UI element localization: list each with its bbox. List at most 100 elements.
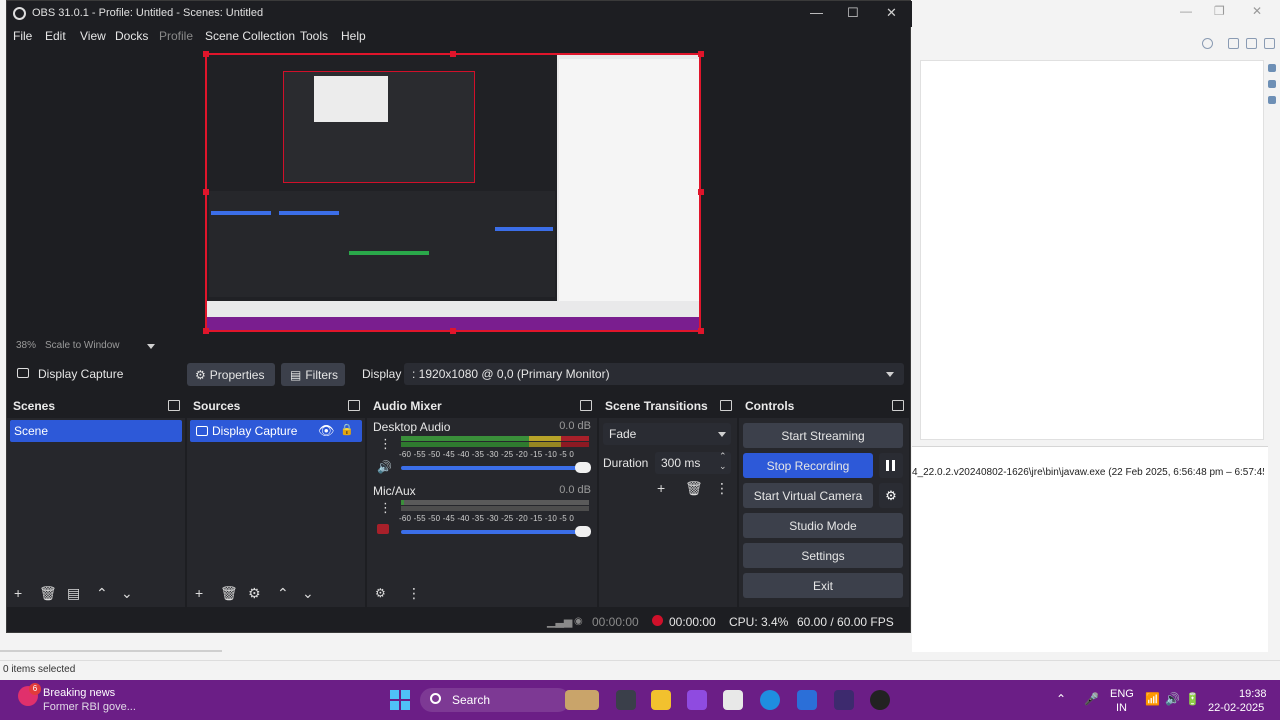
menu-help[interactable]: Help bbox=[341, 29, 366, 43]
move-down-icon[interactable]: ⌄ bbox=[121, 586, 133, 600]
preview-area[interactable] bbox=[7, 47, 905, 337]
more-options-icon[interactable]: ⋮ bbox=[407, 586, 421, 600]
widget-image-icon[interactable] bbox=[565, 690, 599, 710]
resize-handle[interactable] bbox=[698, 328, 704, 334]
menu-scene-collection[interactable]: Scene Collection bbox=[205, 29, 295, 43]
properties-button[interactable]: ⚙ Properties bbox=[187, 363, 275, 386]
slider-handle[interactable] bbox=[575, 462, 591, 473]
zoom-mode-select[interactable]: Scale to Window bbox=[45, 340, 119, 351]
scene-list-item[interactable]: Scene bbox=[10, 420, 182, 442]
news-subtitle[interactable]: Former RBI gove... bbox=[43, 701, 136, 713]
bg-close-icon[interactable]: ✕ bbox=[1252, 4, 1262, 18]
chevron-down-icon[interactable] bbox=[718, 432, 726, 437]
undock-icon[interactable] bbox=[168, 400, 180, 411]
settings-button[interactable]: Settings bbox=[743, 543, 903, 568]
speaker-icon[interactable]: 🔊 bbox=[377, 460, 392, 474]
resize-handle[interactable] bbox=[203, 51, 209, 57]
pause-recording-button[interactable] bbox=[879, 453, 903, 478]
start-streaming-button[interactable]: Start Streaming bbox=[743, 423, 903, 448]
move-down-icon[interactable]: ⌄ bbox=[302, 586, 314, 600]
bg-side-icon[interactable] bbox=[1268, 80, 1276, 88]
bg-side-icon[interactable] bbox=[1268, 64, 1276, 72]
resize-handle[interactable] bbox=[203, 189, 209, 195]
advanced-audio-icon[interactable]: ⚙ bbox=[375, 586, 386, 600]
filter-icon[interactable]: ▤ bbox=[67, 586, 80, 600]
menu-docks[interactable]: Docks bbox=[115, 29, 148, 43]
resize-handle[interactable] bbox=[203, 328, 209, 334]
undock-icon[interactable] bbox=[720, 400, 732, 411]
language-code[interactable]: ENG bbox=[1110, 688, 1134, 700]
transition-select[interactable]: Fade bbox=[603, 423, 731, 445]
menu-tools[interactable]: Tools bbox=[300, 29, 328, 43]
start-virtual-camera-button[interactable]: Start Virtual Camera bbox=[743, 483, 873, 508]
clock-date[interactable]: 22-02-2025 bbox=[1208, 702, 1264, 714]
add-icon[interactable]: + bbox=[195, 586, 203, 600]
battery-icon[interactable]: 🔋 bbox=[1185, 692, 1200, 706]
slider-handle[interactable] bbox=[575, 526, 591, 537]
menu-file[interactable]: File bbox=[13, 29, 32, 43]
gear-icon[interactable]: ⚙ bbox=[248, 586, 261, 600]
spin-down-icon[interactable]: ⌄ bbox=[719, 461, 727, 472]
resize-handle[interactable] bbox=[450, 328, 456, 334]
virtual-camera-settings-button[interactable]: ⚙ bbox=[879, 483, 903, 508]
display-select[interactable]: : 1920x1080 @ 0,0 (Primary Monitor) bbox=[404, 363, 904, 385]
maximize-button[interactable]: ☐ bbox=[847, 5, 859, 21]
file-explorer-icon[interactable] bbox=[651, 690, 671, 710]
bg-side-icon[interactable] bbox=[1268, 96, 1276, 104]
clock-time[interactable]: 19:38 bbox=[1239, 688, 1267, 700]
exit-button[interactable]: Exit bbox=[743, 573, 903, 598]
filters-button[interactable]: ▤ Filters bbox=[281, 363, 345, 386]
bg-search-icon[interactable] bbox=[1202, 38, 1213, 49]
trash-icon[interactable]: 🗑 bbox=[39, 586, 57, 600]
trash-icon[interactable]: 🗑 bbox=[685, 481, 703, 495]
add-icon[interactable]: + bbox=[657, 481, 665, 495]
eye-icon[interactable]: 👁 bbox=[318, 423, 335, 439]
move-up-icon[interactable]: ⌃ bbox=[96, 586, 108, 600]
bg-minimize-icon[interactable]: — bbox=[1180, 4, 1192, 18]
more-options-icon[interactable]: ⋮ bbox=[715, 481, 729, 495]
language-region[interactable]: IN bbox=[1116, 702, 1127, 714]
bg-scrollbar[interactable] bbox=[0, 650, 222, 652]
dropbox-icon[interactable] bbox=[797, 690, 817, 710]
display-capture-preview[interactable] bbox=[205, 53, 701, 332]
task-view-icon[interactable] bbox=[616, 690, 636, 710]
add-icon[interactable]: + bbox=[14, 586, 22, 600]
bg-tool-icon[interactable] bbox=[1228, 38, 1239, 49]
chevron-down-icon[interactable] bbox=[147, 344, 155, 349]
bg-maximize-icon[interactable]: ❐ bbox=[1214, 4, 1225, 18]
close-button[interactable]: ✕ bbox=[886, 5, 897, 21]
undock-icon[interactable] bbox=[580, 400, 592, 411]
obs-taskbar-icon[interactable] bbox=[870, 690, 890, 710]
menu-profile[interactable]: Profile bbox=[159, 29, 193, 43]
volume-slider[interactable] bbox=[401, 462, 591, 473]
undock-icon[interactable] bbox=[892, 400, 904, 411]
duration-spinbox[interactable]: 300 ms ⌃ ⌄ bbox=[655, 451, 731, 474]
taskbar-search[interactable]: Search bbox=[420, 688, 570, 712]
menu-view[interactable]: View bbox=[80, 29, 106, 43]
edge-browser-icon[interactable] bbox=[760, 690, 780, 710]
source-list-item[interactable]: Display Capture 👁 🔒 bbox=[190, 420, 362, 442]
trash-icon[interactable]: 🗑 bbox=[220, 586, 238, 600]
tray-expand-icon[interactable]: ⌃ bbox=[1056, 692, 1066, 706]
windows-start-icon[interactable] bbox=[390, 690, 410, 710]
wifi-icon[interactable]: 📶 bbox=[1145, 692, 1160, 706]
volume-slider[interactable] bbox=[401, 526, 591, 537]
undock-icon[interactable] bbox=[348, 400, 360, 411]
chevron-down-icon[interactable] bbox=[886, 372, 894, 377]
studio-mode-button[interactable]: Studio Mode bbox=[743, 513, 903, 538]
stop-recording-button[interactable]: Stop Recording bbox=[743, 453, 873, 478]
volume-icon[interactable]: 🔊 bbox=[1165, 692, 1180, 706]
lock-icon[interactable]: 🔒 bbox=[340, 423, 354, 436]
more-options-icon[interactable]: ⋮ bbox=[379, 436, 392, 452]
eclipse-icon[interactable] bbox=[834, 690, 854, 710]
move-up-icon[interactable]: ⌃ bbox=[277, 586, 289, 600]
news-title[interactable]: Breaking news bbox=[43, 687, 115, 699]
resize-handle[interactable] bbox=[698, 189, 704, 195]
resize-handle[interactable] bbox=[450, 51, 456, 57]
store-icon[interactable] bbox=[723, 690, 743, 710]
microphone-icon[interactable]: 🎤 bbox=[1084, 692, 1099, 706]
menu-edit[interactable]: Edit bbox=[45, 29, 66, 43]
minimize-button[interactable]: — bbox=[810, 5, 823, 20]
more-options-icon[interactable]: ⋮ bbox=[379, 500, 392, 516]
resize-handle[interactable] bbox=[698, 51, 704, 57]
